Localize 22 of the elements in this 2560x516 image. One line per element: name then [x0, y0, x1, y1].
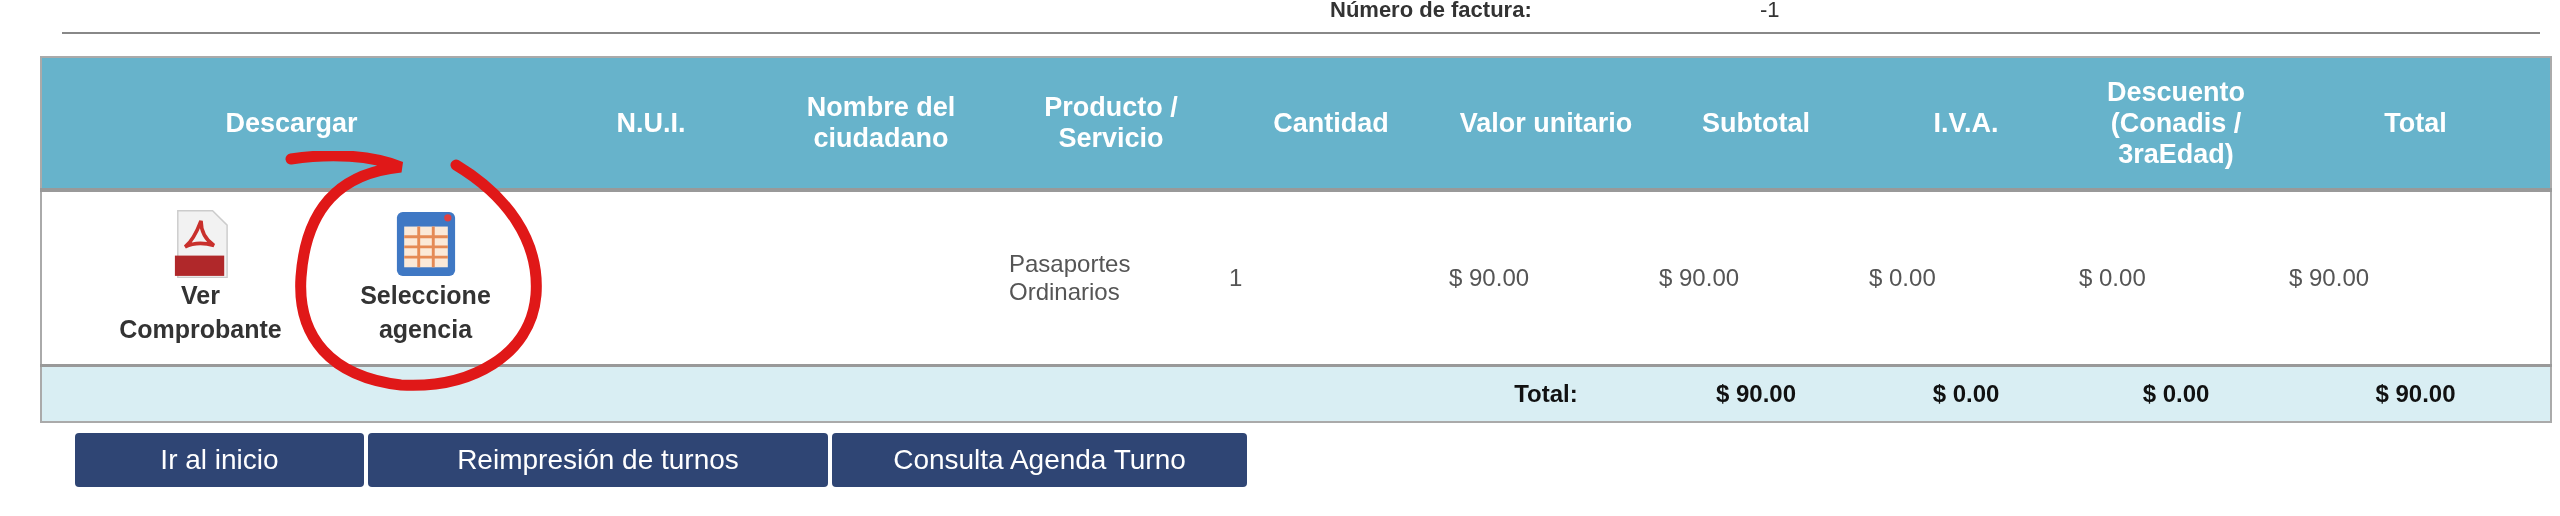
total-cell: $ 90.00 [2281, 365, 2551, 422]
invoice-label: Número de factura: [1330, 0, 1532, 23]
column-header: Nombre del ciudadano [761, 57, 1001, 190]
column-header: Producto / Servicio [1001, 57, 1221, 190]
nav-button[interactable]: Ir al inicio [75, 433, 364, 487]
total-label: Total: [1441, 365, 1651, 422]
total-cell: $ 90.00 [1651, 365, 1861, 422]
select-agency-link[interactable]: Seleccione agencia [338, 209, 513, 347]
total-cell: $ 0.00 [1861, 365, 2071, 422]
column-header: Cantidad [1221, 57, 1441, 190]
column-header: Descuento (Conadis / 3raEdad) [2071, 57, 2281, 190]
nav-button[interactable]: Reimpresión de turnos [368, 433, 828, 487]
view-receipt-link[interactable]: Ver Comprobante [113, 209, 288, 347]
nav-button[interactable]: Consulta Agenda Turno [832, 433, 1247, 487]
column-header: N.U.I. [541, 57, 761, 190]
column-header: Valor unitario [1441, 57, 1651, 190]
column-header: Total [2281, 57, 2551, 190]
column-header: Subtotal [1651, 57, 1861, 190]
column-header: I.V.A. [1861, 57, 2071, 190]
total-cell: $ 0.00 [2071, 365, 2281, 422]
invoice-number: -1 [1760, 0, 1780, 23]
column-header: Descargar [41, 57, 541, 190]
